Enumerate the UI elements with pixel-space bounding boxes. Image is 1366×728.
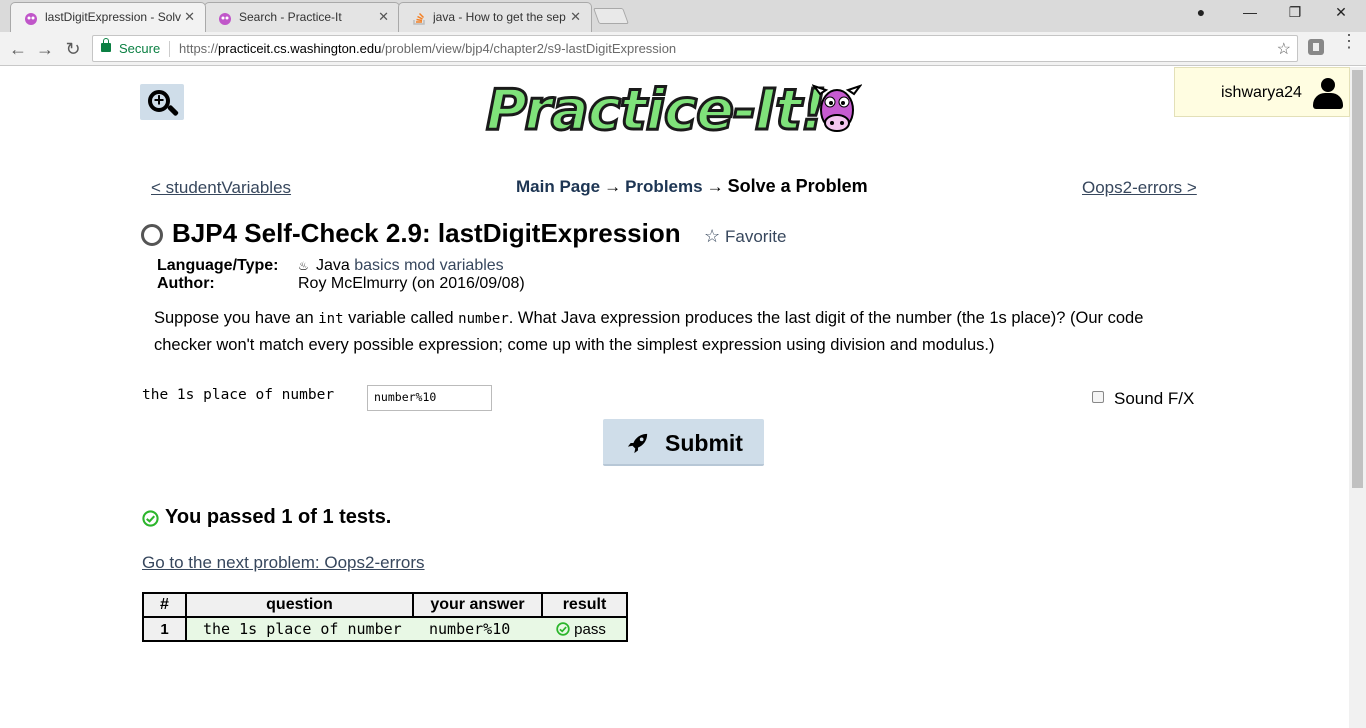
tab-close-icon[interactable]: ✕	[184, 9, 195, 25]
next-problem-link-bottom[interactable]: Go to the next problem: Oops2-errors	[142, 553, 425, 573]
submit-button[interactable]: Submit	[603, 419, 764, 466]
logo-text: Practice-It!	[484, 77, 827, 145]
practice-it-logo[interactable]: Practice-It!	[484, 77, 866, 145]
submit-label: Submit	[665, 430, 743, 456]
author-key: Author:	[157, 275, 215, 292]
problem-metadata: Language/Type: ♨ Java basics mod variables…	[157, 257, 525, 293]
breadcrumb-main-page[interactable]: Main Page	[516, 177, 600, 196]
check-circle-icon	[556, 621, 570, 636]
header-num: #	[142, 592, 187, 618]
desc-text: Suppose you have an	[154, 309, 319, 327]
breadcrumb-arrow: →	[604, 177, 622, 196]
row-result: pass	[542, 617, 627, 641]
check-circle-icon	[142, 510, 159, 527]
menu-icon[interactable]: ⋮	[1340, 32, 1358, 50]
language-key: Language/Type:	[157, 257, 279, 274]
tab-title: java - How to get the sep	[433, 10, 566, 24]
tab-title: lastDigitExpression - Solv	[45, 10, 181, 24]
results-header-row: # question your answer result	[142, 592, 628, 618]
row-result-text: pass	[574, 620, 606, 638]
breadcrumb-problems[interactable]: Problems	[625, 177, 702, 196]
header-answer: your answer	[412, 592, 543, 618]
breadcrumb-current: Solve a Problem	[727, 176, 868, 196]
header-result: result	[541, 592, 628, 618]
stackoverflow-favicon-icon	[413, 12, 425, 25]
plus-icon: +	[153, 90, 165, 110]
browser-toolbar: ← → ↻ Secure https://practiceit.cs.washi…	[0, 32, 1366, 66]
zoom-in-button[interactable]: +	[140, 84, 184, 120]
tag-mod-link[interactable]: mod	[404, 257, 435, 274]
problem-status-circle-icon	[141, 224, 163, 246]
bookmark-star-icon[interactable]: ☆	[1277, 39, 1291, 59]
url-text[interactable]: https://practiceit.cs.washington.edu/pro…	[179, 41, 676, 56]
breadcrumb-arrow: →	[706, 177, 724, 196]
reload-icon[interactable]: ↻	[61, 37, 85, 61]
tag-basics-link[interactable]: basics	[354, 257, 399, 274]
new-tab-button[interactable]	[593, 8, 629, 24]
url-scheme: https://	[179, 41, 219, 56]
rocket-icon	[627, 433, 648, 454]
problem-description: Suppose you have an int variable called …	[154, 305, 1194, 358]
author-value: Roy McElmurry (on 2016/09/08)	[298, 275, 525, 292]
tab-title: Search - Practice-It	[239, 10, 342, 24]
back-arrow-icon[interactable]: ←	[6, 37, 30, 61]
tab-close-icon[interactable]: ✕	[378, 9, 389, 25]
header-question: question	[185, 592, 414, 618]
username: ishwarya24	[1221, 84, 1302, 101]
minimize-icon[interactable]: —	[1236, 4, 1264, 20]
answer-input[interactable]: number%10	[367, 385, 492, 411]
cow-mascot-icon	[812, 84, 862, 132]
author-row: Author: Roy McElmurry (on 2016/09/08)	[157, 275, 525, 293]
desc-text: variable called	[343, 309, 459, 327]
url-path: /problem/view/bjp4/chapter2/s9-lastDigit…	[381, 41, 677, 56]
scrollbar-thumb[interactable]	[1352, 70, 1363, 488]
table-row: 1 the 1s place of number number%10 pass	[142, 616, 627, 642]
extension-icon[interactable]	[1308, 39, 1324, 55]
java-cup-icon: ♨	[298, 259, 309, 273]
desc-code-int: int	[318, 311, 344, 327]
address-bar[interactable]: Secure https://practiceit.cs.washington.…	[92, 35, 1298, 62]
lock-icon	[101, 38, 111, 52]
tag-variables-link[interactable]: variables	[440, 257, 504, 274]
browser-tab[interactable]: java - How to get the sep ✕	[398, 2, 592, 32]
results-table: # question your answer result 1 the 1s p…	[142, 592, 628, 642]
close-window-icon[interactable]: ✕	[1327, 4, 1355, 21]
browser-tab-active[interactable]: lastDigitExpression - Solv ✕	[10, 2, 206, 32]
forward-arrow-icon[interactable]: →	[33, 37, 57, 61]
next-problem-link[interactable]: Oops2-errors >	[1082, 178, 1197, 198]
browser-tab-strip: lastDigitExpression - Solv ✕ Search - Pr…	[0, 0, 1366, 32]
practice-it-favicon-icon	[219, 13, 231, 25]
profile-icon[interactable]: ●	[1187, 4, 1215, 20]
row-question: the 1s place of number	[186, 617, 413, 641]
practice-it-favicon-icon	[25, 13, 37, 25]
test-summary: You passed 1 of 1 tests.	[165, 506, 392, 528]
user-account-box[interactable]: ishwarya24	[1174, 67, 1350, 117]
previous-problem-link[interactable]: < studentVariables	[151, 178, 291, 198]
favorite-star-icon[interactable]: ☆	[704, 226, 720, 247]
language-value: Java	[316, 257, 350, 274]
breadcrumb: Main Page → Problems → Solve a Problem	[516, 176, 868, 197]
secure-label: Secure	[119, 41, 161, 56]
desc-code-number: number	[458, 311, 509, 327]
language-row: Language/Type: ♨ Java basics mod variables	[157, 257, 525, 275]
favorite-button[interactable]: Favorite	[725, 227, 786, 247]
problem-title: BJP4 Self-Check 2.9: lastDigitExpression	[172, 218, 681, 248]
row-num: 1	[142, 616, 187, 642]
omnibox-divider	[169, 41, 170, 57]
sound-fx-label[interactable]: Sound F/X	[1114, 389, 1194, 409]
url-host: practiceit.cs.washington.edu	[218, 41, 382, 56]
restore-icon[interactable]: ❐	[1281, 4, 1309, 21]
sound-fx-checkbox[interactable]	[1092, 391, 1104, 403]
user-icon	[1313, 78, 1343, 110]
tab-close-icon[interactable]: ✕	[570, 9, 581, 25]
browser-tab[interactable]: Search - Practice-It ✕	[204, 2, 400, 32]
row-answer: number%10	[413, 617, 542, 641]
answer-label: the 1s place of number	[142, 387, 335, 403]
